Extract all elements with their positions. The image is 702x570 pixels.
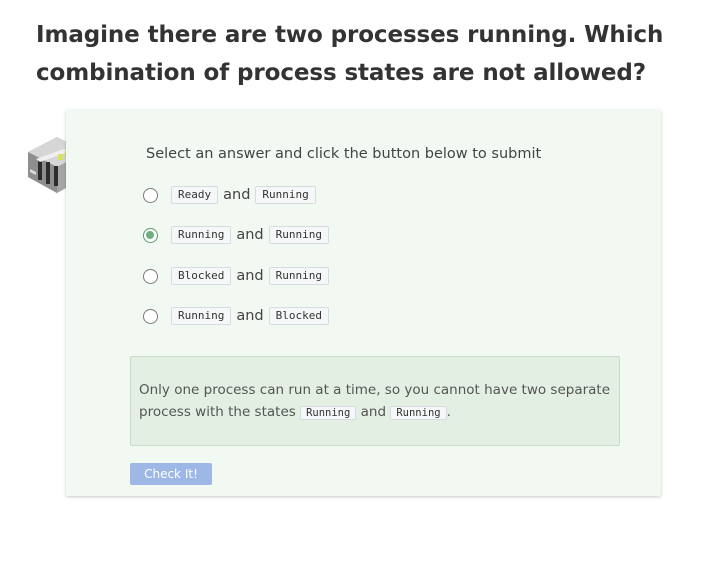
answer-feedback: Only one process can run at a time, so y… — [130, 356, 620, 446]
feedback-state-code: Running — [300, 406, 357, 420]
check-it-button[interactable]: Check It! — [130, 463, 212, 485]
conjunction-text: and — [236, 308, 264, 324]
state-code: Running — [255, 186, 316, 204]
quiz-card: Select an answer and click the button be… — [66, 110, 661, 496]
state-code: Blocked — [171, 267, 232, 285]
feedback-conjunction: and — [360, 404, 387, 420]
state-code: Running — [268, 267, 329, 285]
answer-option-blocked-running[interactable]: Blocked and Running — [143, 265, 329, 287]
state-code: Running — [268, 226, 329, 244]
radio-button[interactable] — [143, 308, 158, 324]
state-code: Ready — [171, 186, 219, 204]
quiz-instructions: Select an answer and click the button be… — [146, 146, 542, 162]
conjunction-text: and — [236, 227, 264, 243]
question-title: Imagine there are two processes running.… — [36, 22, 664, 86]
answer-option-ready-running[interactable]: Ready and Running — [143, 184, 316, 206]
radio-button-selected[interactable] — [143, 227, 158, 243]
answer-option-running-running[interactable]: Running and Running — [143, 224, 329, 246]
answer-option-running-blocked[interactable]: Running and Blocked — [143, 305, 329, 327]
feedback-state-code: Running — [390, 406, 447, 420]
state-code: Blocked — [268, 307, 329, 325]
state-code: Running — [171, 307, 232, 325]
radio-button[interactable] — [143, 187, 158, 203]
conjunction-text: and — [236, 268, 264, 284]
conjunction-text: and — [223, 187, 251, 203]
feedback-period: . — [446, 404, 451, 420]
radio-button[interactable] — [143, 268, 158, 284]
state-code: Running — [171, 226, 232, 244]
